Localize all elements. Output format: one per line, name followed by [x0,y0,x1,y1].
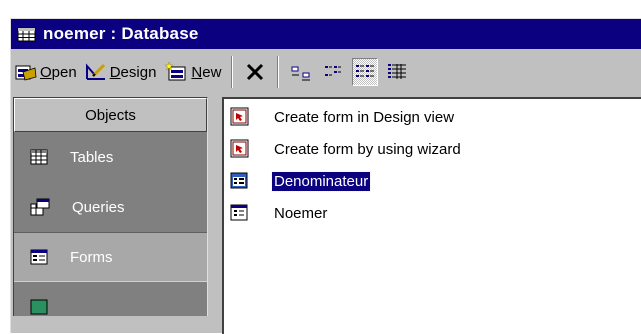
design-button[interactable]: Design [81,55,161,89]
new-accelerator: N [191,63,203,81]
list-view-icon [356,65,375,77]
small-icons-button[interactable] [320,58,346,86]
list-item-label: Denominateur [270,170,372,192]
sidebar-item-label: Tables [70,148,114,166]
toolbar-separator [277,56,280,88]
shortcut-icon [230,107,249,126]
list-item-label: Create form by using wizard [274,140,461,158]
toolbar: Open Design New [11,51,641,93]
shortcut-icon [230,139,249,158]
window-title: noemer : Database [43,24,199,43]
sidebar-item-tables[interactable]: Tables [14,132,207,182]
new-form-icon [164,62,186,81]
database-window: noemer : Database Open Design New Object… [10,18,641,334]
list-item[interactable]: Noemer [230,199,329,227]
list-item-label: Noemer [274,204,328,222]
new-label: ew [202,63,222,81]
open-accelerator: O [40,63,52,81]
sidebar-item-reports[interactable] [14,282,207,316]
new-button[interactable]: New [160,55,225,89]
list-item[interactable]: Create form by using wizard [230,135,463,163]
form-icon [230,172,248,189]
objects-header[interactable]: Objects [14,98,207,132]
open-label: pen [51,63,77,81]
design-label: esign [120,63,157,81]
form-icon [230,204,248,221]
title-bar[interactable]: noemer : Database [11,19,641,49]
open-button[interactable]: Open [11,55,81,89]
delete-icon [247,63,264,81]
database-icon [17,25,37,43]
design-accelerator: D [109,63,121,81]
list-item-label: Create form in Design view [274,108,455,126]
list-view-button[interactable] [352,58,379,86]
open-form-icon [15,65,37,81]
form-icon [30,249,48,265]
objects-bar: Objects Tables Queries Forms [13,97,208,316]
delete-button[interactable] [242,58,268,86]
details-view-button[interactable] [384,58,410,86]
sidebar-item-queries[interactable]: Queries [14,182,207,232]
large-icons-icon [291,66,311,81]
list-item[interactable]: Create form in Design view [230,103,456,131]
table-icon [30,149,48,165]
design-icon [85,63,105,80]
sidebar-item-label: Queries [72,198,125,216]
details-view-icon [388,64,407,79]
query-icon [30,198,50,216]
list-item[interactable]: Denominateur [230,167,372,195]
object-list: Create form in Design view Create form b… [222,97,641,334]
sidebar-item-forms[interactable]: Forms [14,232,207,282]
report-icon [30,299,48,315]
toolbar-separator [231,56,234,88]
large-icons-button[interactable] [288,58,314,86]
sidebar-item-label: Forms [70,248,113,266]
small-icons-icon [325,66,342,76]
